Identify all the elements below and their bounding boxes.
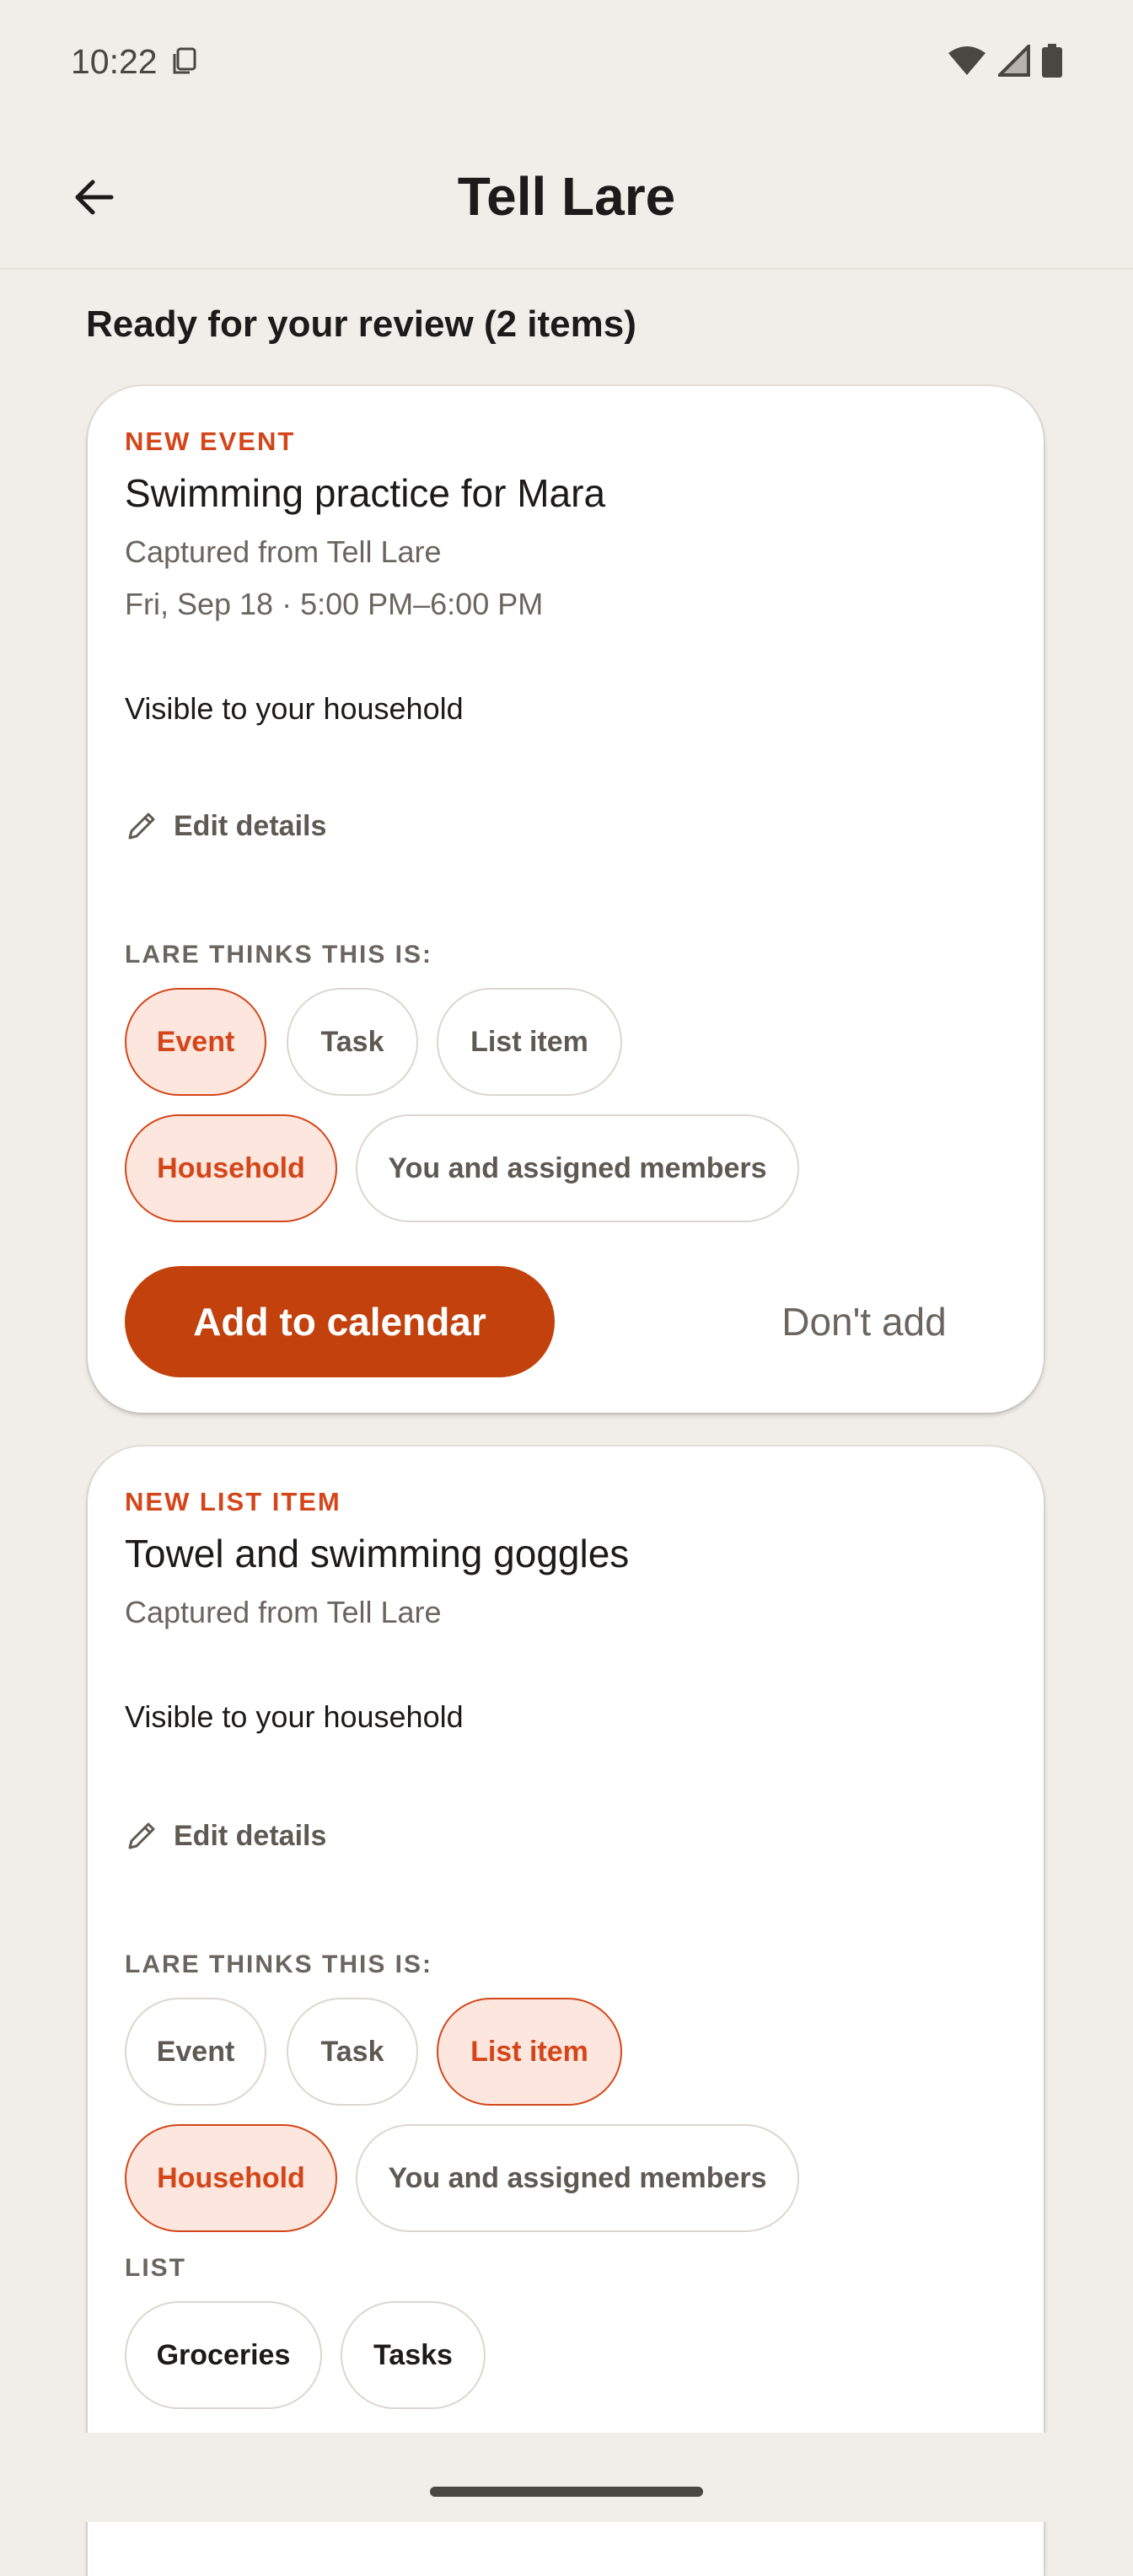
add-to-calendar-button[interactable]: Add to calendar xyxy=(125,1266,555,1377)
card-title: Towel and swimming goggles xyxy=(125,1532,630,1575)
edit-details-label: Edit details xyxy=(174,809,327,842)
audience-chip-assigned-members[interactable]: You and assigned members xyxy=(356,1114,799,1222)
review-heading: Ready for your review (2 items) xyxy=(86,303,636,345)
review-card-list-item: NEW LIST ITEM Towel and swimming goggles… xyxy=(88,1446,1044,2576)
card-kind-label: NEW EVENT xyxy=(125,427,296,456)
screenshot-icon xyxy=(173,47,196,74)
signal-icon xyxy=(998,45,1030,77)
list-chip-tasks[interactable]: Tasks xyxy=(341,2301,486,2409)
pencil-icon xyxy=(128,813,155,840)
type-chip-list-item[interactable]: List item xyxy=(437,988,622,1096)
type-chip-event[interactable]: Event xyxy=(125,988,266,1096)
audience-chip-household[interactable]: Household xyxy=(125,2124,337,2232)
audience-chip-household[interactable]: Household xyxy=(125,1114,337,1222)
status-bar: 10:22 xyxy=(0,0,1133,126)
card-source: Captured from Tell Lare xyxy=(125,1595,442,1629)
card-visibility: Visible to your household xyxy=(125,691,464,726)
pencil-icon xyxy=(128,1822,155,1849)
card-source: Captured from Tell Lare xyxy=(125,534,442,569)
card-kind-label: NEW LIST ITEM xyxy=(125,1487,341,1516)
review-card-event: NEW EVENT Swimming practice for Mara Cap… xyxy=(88,386,1044,1413)
gesture-area xyxy=(0,2433,1133,2522)
audience-chip-assigned-members[interactable]: You and assigned members xyxy=(356,2124,799,2232)
type-chip-list-item[interactable]: List item xyxy=(437,1998,622,2106)
status-time: 10:22 xyxy=(71,42,158,81)
app-bar: Tell Lare xyxy=(0,126,1133,270)
card-title: Swimming practice for Mara xyxy=(125,471,606,515)
edit-details-label: Edit details xyxy=(174,1819,327,1852)
lare-thinks-label: LARE THINKS THIS IS: xyxy=(125,1951,433,1978)
edit-details-button[interactable]: Edit details xyxy=(125,809,326,843)
page-title: Tell Lare xyxy=(457,166,676,227)
dont-add-button[interactable]: Don't add xyxy=(691,1266,1037,1377)
type-chip-event[interactable]: Event xyxy=(125,1998,266,2106)
wifi-icon xyxy=(948,46,985,75)
list-section-label: LIST xyxy=(125,2254,186,2282)
card-visibility: Visible to your household xyxy=(125,1699,464,1734)
battery-icon xyxy=(1042,44,1062,78)
type-chip-task[interactable]: Task xyxy=(287,988,418,1096)
card-datetime: Fri, Sep 18 · 5:00 PM–6:00 PM xyxy=(125,587,544,621)
home-indicator[interactable] xyxy=(430,2487,703,2497)
lare-thinks-label: LARE THINKS THIS IS: xyxy=(125,941,433,969)
list-chip-groceries[interactable]: Groceries xyxy=(125,2301,322,2409)
edit-details-button[interactable]: Edit details xyxy=(125,1819,326,1853)
type-chip-task[interactable]: Task xyxy=(287,1998,418,2106)
